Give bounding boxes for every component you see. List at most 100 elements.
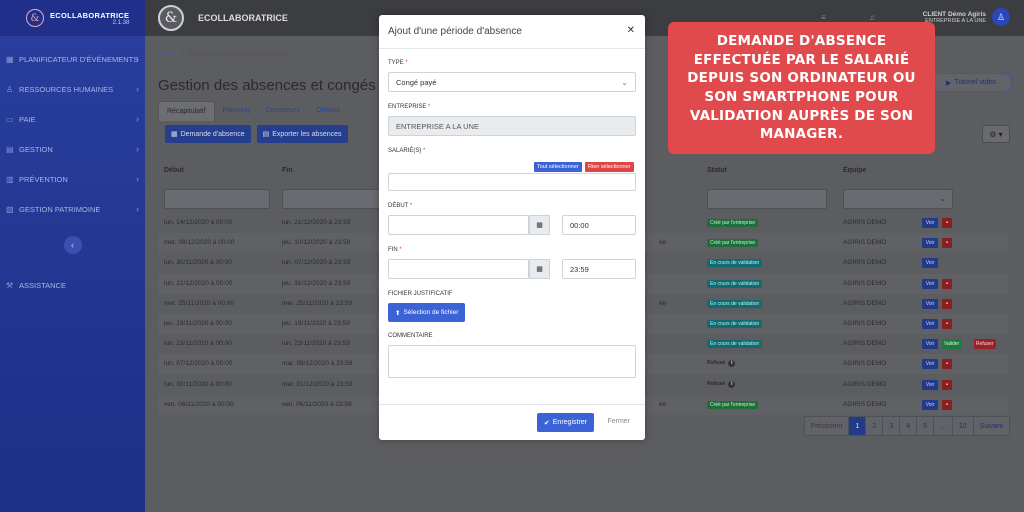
breadcrumb-home[interactable]: ⌂ Paie — [158, 51, 178, 58]
tab-compteurs[interactable]: Compteurs — [258, 101, 308, 121]
view-button[interactable]: Voir — [922, 339, 938, 350]
brand[interactable]: & ECOLLABORATRICE 2.1.38 — [0, 0, 145, 36]
status-badge: En cours de validation — [707, 259, 763, 268]
pagination-page[interactable]: 5 — [917, 417, 934, 435]
filter-start-input[interactable] — [164, 189, 270, 209]
end-time-input[interactable]: 23:59 — [562, 259, 636, 279]
video-icon: ▶ — [945, 79, 952, 87]
export-absences-label: Exporter les absences — [272, 130, 342, 138]
select-all-button[interactable]: Tout sélectionner — [534, 162, 582, 172]
trash-icon[interactable]: ▪ — [942, 319, 952, 329]
employees-input[interactable] — [388, 173, 636, 191]
cell-end: mer. 25/11/2020 à 23:59 — [282, 299, 352, 307]
column-header-team[interactable]: Équipe — [843, 167, 866, 174]
column-header-end[interactable]: Fin — [282, 167, 293, 174]
cell-end: jeu. 19/11/2020 à 23:59 — [282, 320, 350, 327]
info-icon[interactable]: i — [728, 360, 736, 368]
trash-icon[interactable]: ▪ — [942, 278, 952, 289]
avatar[interactable]: ♙ — [992, 8, 1010, 26]
trash-icon[interactable]: ▪ — [942, 379, 952, 390]
pagination-page[interactable]: 10 — [953, 417, 974, 435]
type-select[interactable]: Congé payé ⌄ — [388, 72, 636, 92]
view-button[interactable]: Voir — [922, 359, 938, 370]
calendar-icon: ▦ — [171, 131, 178, 138]
trash-icon[interactable]: ▪ — [942, 218, 952, 228]
sidebar-item-assistance[interactable]: ⚒ ASSISTANCE — [0, 270, 145, 300]
filter-end-input[interactable] — [282, 189, 382, 209]
view-button[interactable]: Voir — [922, 218, 938, 228]
trash-icon[interactable]: ▪ — [942, 238, 952, 249]
sidebar-item-label: GESTION PATRIMOINE — [19, 204, 101, 214]
start-time-input[interactable]: 00:00 — [562, 215, 636, 235]
trash-icon[interactable]: ▪ — [942, 298, 952, 309]
save-button[interactable]: ✔ Enregistrer — [536, 413, 594, 432]
refuse-button[interactable]: Refuser — [974, 339, 996, 350]
action-row: ▦ Demande d'absence ▤ Exporter les absen… — [165, 125, 348, 143]
close-button[interactable]: Fermer — [607, 418, 630, 425]
tab-recapitulatif[interactable]: Récapitulatif — [158, 101, 215, 121]
sidebar-item-gestion[interactable]: ▤ GESTION › — [0, 134, 145, 164]
pagination-next[interactable]: Suivant — [974, 417, 1009, 435]
tab-options[interactable]: Options — [308, 101, 348, 121]
view-button[interactable]: Voir — [922, 379, 938, 390]
chevron-left-icon: ‹ — [71, 240, 74, 250]
sidebar-item-ressources-humaines[interactable]: ♙ RESSOURCES HUMAINES › — [0, 74, 145, 104]
column-header-start[interactable]: Début — [164, 167, 184, 174]
user-name: CLIENT Démo Agiris — [922, 10, 986, 18]
view-button[interactable]: Voir — [922, 399, 938, 410]
status-badge: En cours de validation — [707, 279, 763, 288]
start-label: DÉBUT * — [388, 203, 413, 209]
sidebar-item-paie[interactable]: ▭ PAIE › — [0, 104, 145, 134]
sidebar-item-planificateur[interactable]: ▦ PLANIFICATEUR D'ÉVÉNEMENTS › — [0, 44, 145, 74]
file-select-button[interactable]: ⬆ Sélection de fichier — [388, 303, 466, 322]
sidebar-collapse-button[interactable]: ‹ — [63, 236, 82, 254]
view-button[interactable]: Voir — [922, 319, 938, 329]
pagination-previous[interactable]: Précédent — [805, 417, 850, 435]
cell-team: AGIRIS DEMO — [843, 239, 887, 247]
app-logo[interactable]: & — [158, 5, 184, 31]
type-label: TYPE * — [388, 60, 408, 66]
upload-icon: ⬆ — [395, 309, 401, 317]
cell-end: lun. 23/11/2020 à 23:59 — [282, 340, 350, 348]
export-absences-button[interactable]: ▤ Exporter les absences — [256, 125, 348, 143]
breadcrumb-current: Gestion des absences et congés — [188, 51, 290, 58]
tabs: Récapitulatif Planning Compteurs Options — [158, 101, 348, 121]
settings-button[interactable]: ⚙ ▾ — [982, 125, 1010, 143]
bell-icon[interactable]: ♫ — [869, 13, 875, 22]
tab-planning[interactable]: Planning — [215, 101, 258, 121]
start-calendar-button[interactable]: ▦ — [529, 215, 550, 235]
money-icon: ▭ — [6, 114, 14, 124]
tutorial-video-button[interactable]: ▶ Tutoriel vidéo — [930, 73, 1012, 92]
pagination-page[interactable]: 4 — [900, 417, 918, 435]
view-button[interactable]: Voir — [922, 238, 938, 249]
view-button[interactable]: Voir — [922, 278, 938, 289]
absence-request-button[interactable]: ▦ Demande d'absence — [165, 125, 251, 143]
info-icon[interactable]: i — [728, 380, 736, 388]
end-calendar-button[interactable]: ▦ — [529, 259, 550, 279]
sidebar-item-gestion-patrimoine[interactable]: ▧ GESTION PATRIMOINE › — [0, 194, 145, 224]
column-header-status[interactable]: Statut — [707, 167, 727, 174]
trash-icon[interactable]: ▪ — [942, 399, 952, 410]
user-menu[interactable]: CLIENT Démo Agiris ENTREPRISE A LA UNE ♙ — [923, 8, 1010, 26]
cell-end: jeu. 31/12/2020 à 23:59 — [282, 279, 351, 287]
sidebar-item-prevention[interactable]: ▥ PRÉVENTION › — [0, 164, 145, 194]
end-date-input[interactable] — [388, 259, 529, 279]
pagination-page[interactable]: 2 — [866, 417, 884, 435]
filter-team-input[interactable]: ⌄ — [843, 189, 953, 209]
validate-button[interactable]: Valider — [942, 339, 962, 350]
close-icon[interactable]: ✕ — [627, 25, 635, 36]
tutorial-video-label: Tutoriel vidéo — [954, 79, 997, 86]
calendar-icon: ▦ — [536, 222, 543, 229]
start-date-input[interactable] — [388, 215, 529, 235]
callout-banner: Demande d'absence effectuée par le salar… — [668, 22, 935, 154]
view-button[interactable]: Voir — [922, 298, 938, 309]
filter-status-input[interactable] — [707, 189, 827, 209]
pagination-page[interactable]: 1 — [849, 417, 867, 435]
pagination-page[interactable]: 3 — [883, 417, 901, 435]
comment-textarea[interactable] — [388, 345, 636, 378]
menu-icon[interactable]: ≡ — [821, 13, 826, 22]
select-none-button[interactable]: Rien sélectionner — [585, 162, 634, 172]
file-icon: ▤ — [262, 131, 270, 138]
view-button[interactable]: Voir — [922, 258, 938, 269]
trash-icon[interactable]: ▪ — [942, 359, 952, 370]
